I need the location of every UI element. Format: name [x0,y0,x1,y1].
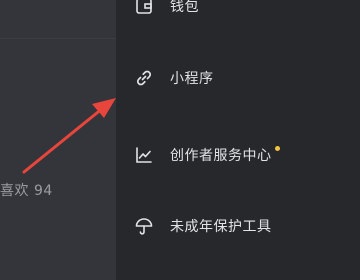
likes-count: 喜欢 94 [0,183,53,199]
umbrella-icon [134,216,154,236]
side-menu: 钱包 小程序 创作者服务中心 未成年保护工具 [116,0,360,280]
profile-panel: 喜欢 94 [0,0,116,280]
wallet-icon [134,0,154,16]
divider [0,38,116,39]
menu-item-label: 钱包 [170,0,199,15]
menu-item-minor-protection[interactable]: 未成年保护工具 [116,206,360,246]
menu-item-label: 未成年保护工具 [170,219,272,235]
chart-icon [134,145,154,165]
notification-dot [274,145,280,151]
menu-item-creator-center[interactable]: 创作者服务中心 [116,135,360,175]
menu-item-label: 小程序 [170,71,214,87]
menu-item-mini-program[interactable]: 小程序 [116,58,360,98]
link-icon [134,68,154,88]
menu-item-label: 创作者服务中心 [170,148,272,164]
menu-item-wallet[interactable]: 钱包 [116,0,360,26]
